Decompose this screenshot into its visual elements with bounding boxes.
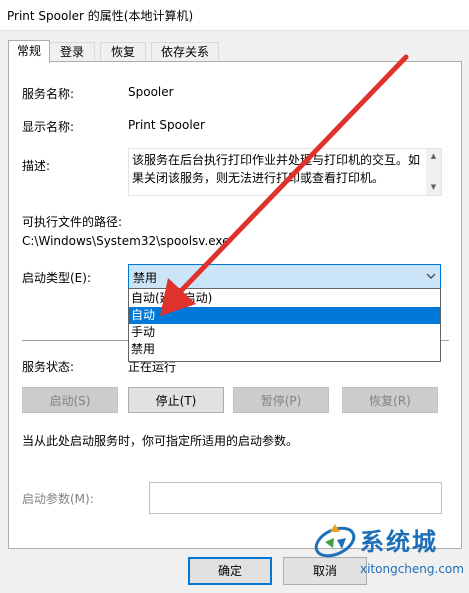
tab-general[interactable]: 常规: [8, 40, 50, 63]
option-disabled[interactable]: 禁用: [129, 341, 440, 358]
tab-logon[interactable]: 登录: [49, 42, 95, 62]
description-text: 该服务在后台执行打印作业并处理与打印机的交互。如 果关闭该服务，则无法进行打印或…: [132, 153, 421, 185]
option-auto-delayed[interactable]: 自动(延迟启动): [129, 290, 440, 307]
service-name-value: Spooler: [128, 85, 174, 99]
watermark: 系统城 xitongcheng.com: [312, 518, 469, 593]
resume-button[interactable]: 恢复(R): [342, 387, 438, 413]
start-params-label: 启动参数(M):: [22, 492, 94, 506]
exe-path-value: C:\Windows\System32\spoolsv.exe: [22, 234, 230, 248]
display-name-value: Print Spooler: [128, 118, 205, 132]
tab-recovery[interactable]: 恢复: [100, 42, 146, 62]
tab-dependencies[interactable]: 依存关系: [151, 42, 219, 62]
option-manual[interactable]: 手动: [129, 324, 440, 341]
ok-button[interactable]: 确定: [188, 557, 272, 585]
chevron-down-icon[interactable]: [426, 271, 436, 281]
description-scrollbar[interactable]: ▲ ▼: [426, 149, 441, 195]
exe-path-label: 可执行文件的路径:: [22, 215, 123, 229]
watermark-name: 系统城: [360, 528, 438, 556]
window-title: Print Spooler 的属性(本地计算机): [7, 9, 194, 23]
scroll-down-icon[interactable]: ▼: [426, 180, 441, 195]
description-label: 描述:: [22, 159, 51, 173]
watermark-url: xitongcheng.com: [360, 562, 464, 576]
general-panel: 服务名称: Spooler 显示名称: Print Spooler 描述: 该服…: [8, 61, 462, 549]
start-params-input[interactable]: [149, 482, 442, 514]
display-name-label: 显示名称:: [22, 120, 75, 134]
option-auto[interactable]: 自动: [129, 307, 440, 324]
service-name-label: 服务名称:: [22, 87, 75, 101]
stop-button[interactable]: 停止(T): [128, 387, 224, 413]
startup-type-select[interactable]: 禁用: [128, 264, 441, 289]
pause-button[interactable]: 暂停(P): [233, 387, 329, 413]
start-button[interactable]: 启动(S): [22, 387, 118, 413]
startup-type-value: 禁用: [133, 271, 158, 285]
scroll-up-icon[interactable]: ▲: [426, 149, 441, 164]
start-params-hint: 当从此处启动服务时，你可指定所适用的启动参数。: [22, 434, 299, 448]
startup-type-label: 启动类型(E):: [22, 271, 91, 285]
title-bar: Print Spooler 的属性(本地计算机): [0, 0, 469, 31]
service-status-label: 服务状态:: [22, 360, 75, 374]
description-box[interactable]: 该服务在后台执行打印作业并处理与打印机的交互。如 果关闭该服务，则无法进行打印或…: [128, 148, 442, 196]
watermark-logo-icon: [314, 524, 356, 558]
startup-type-dropdown: 自动(延迟启动) 自动 手动 禁用: [128, 288, 441, 362]
